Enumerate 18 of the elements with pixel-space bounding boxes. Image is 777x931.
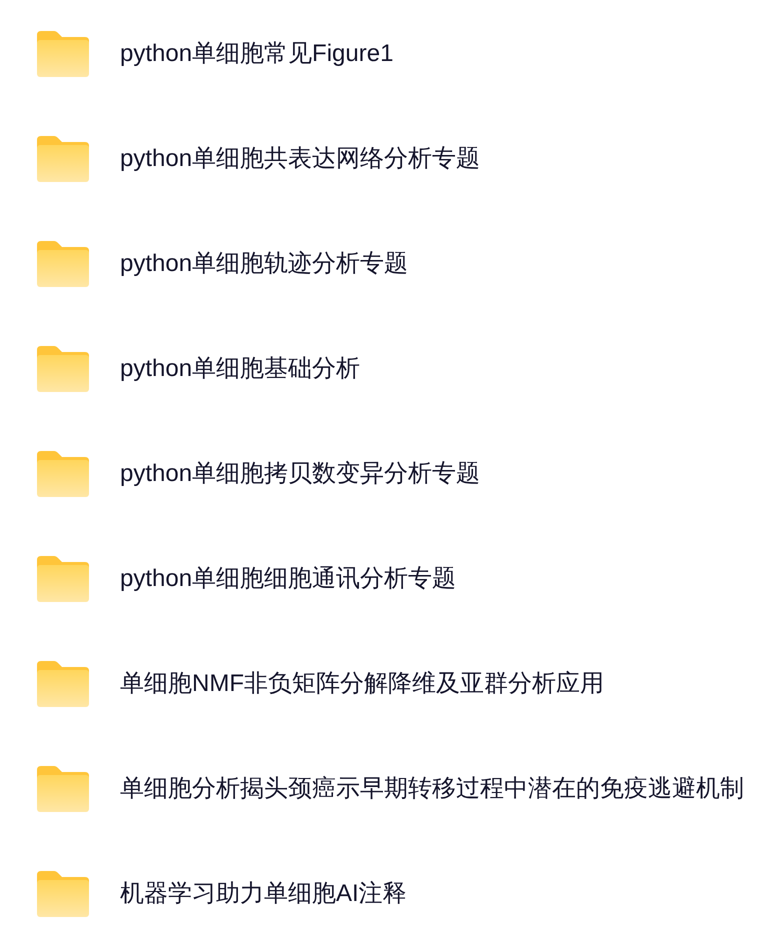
folder-name[interactable]: python单细胞拷贝数变异分析专题 — [120, 458, 480, 490]
folder-name[interactable]: python单细胞细胞通讯分析专题 — [120, 562, 456, 594]
folder-icon — [37, 240, 89, 286]
folder-name[interactable]: 单细胞NMF非负矩阵分解降维及亚群分析应用 — [120, 668, 604, 700]
folder-name[interactable]: 机器学习助力单细胞AI注释 — [120, 878, 407, 910]
folder-icon — [37, 556, 89, 602]
folder-name[interactable]: python单细胞常见Figure1 — [120, 38, 394, 70]
folder-icon — [37, 450, 89, 496]
folder-name[interactable]: 单细胞分析揭头颈癌示早期转移过程中潜在的免疫逃避机制 — [120, 772, 744, 804]
folder-icon — [37, 766, 89, 812]
folder-icon — [37, 136, 89, 182]
folder-name[interactable]: python单细胞基础分析 — [120, 352, 360, 384]
folder-name[interactable]: python单细胞轨迹分析专题 — [120, 248, 408, 280]
folder-icon — [37, 870, 89, 916]
folder-name[interactable]: python单细胞共表达网络分析专题 — [120, 142, 480, 174]
folder-icon — [37, 30, 89, 76]
folder-icon — [37, 346, 89, 392]
folder-icon — [37, 660, 89, 706]
